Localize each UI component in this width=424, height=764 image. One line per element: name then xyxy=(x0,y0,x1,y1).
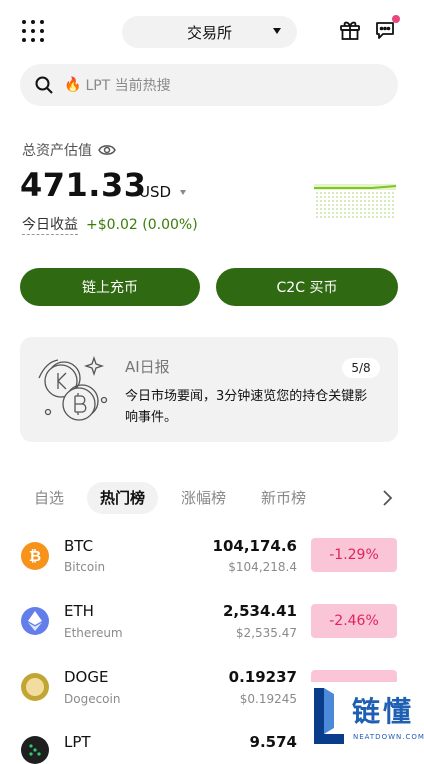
total-assets-label: 总资产估值 xyxy=(22,140,116,160)
ai-report-page-indicator: 5/8 xyxy=(342,358,380,378)
menu-grid-icon[interactable] xyxy=(22,20,44,42)
search-bar[interactable]: 🔥 LPT 当前热搜 xyxy=(20,64,398,106)
exchange-switcher[interactable]: 交易所 xyxy=(122,16,297,48)
change-badge[interactable]: -2.46% xyxy=(311,604,397,638)
eye-icon[interactable] xyxy=(98,143,116,157)
change-badge[interactable]: -1.29% xyxy=(311,538,397,572)
coin-name: Ethereum xyxy=(64,626,123,640)
chevron-right-icon[interactable] xyxy=(380,489,394,507)
watermark-text: 链懂 xyxy=(352,695,415,728)
total-balance: 471.33 xyxy=(20,166,147,204)
coin-price: 104,174.6 xyxy=(212,537,297,555)
bitcoin-icon: ₿ xyxy=(21,542,49,570)
caret-down-icon[interactable] xyxy=(180,190,186,195)
balance-sparkline xyxy=(314,184,397,220)
coin-symbol[interactable]: LPT xyxy=(64,733,91,751)
coin-name: Dogecoin xyxy=(64,692,121,706)
caret-down-icon xyxy=(273,28,281,34)
ai-report-title: AI日报 xyxy=(125,358,170,376)
coin-price-usd: $0.19245 xyxy=(239,692,297,706)
search-placeholder: LPT 当前热搜 xyxy=(85,78,171,94)
search-icon xyxy=(35,76,53,94)
exchange-label: 交易所 xyxy=(186,23,232,42)
coin-price: 9.574 xyxy=(249,733,297,751)
coins-illustration-icon xyxy=(38,355,108,421)
tab-gainers[interactable]: 涨幅榜 xyxy=(181,482,226,514)
coin-symbol[interactable]: DOGE xyxy=(64,668,108,686)
fire-icon: 🔥 xyxy=(64,77,82,93)
coin-symbol[interactable]: ETH xyxy=(64,602,94,620)
today-pnl-value: +$0.02 (0.00%) xyxy=(86,217,198,233)
dogecoin-icon xyxy=(21,673,49,701)
coin-name: Bitcoin xyxy=(64,560,106,574)
today-pnl-label[interactable]: 今日收益 xyxy=(22,216,78,235)
coin-price: 0.19237 xyxy=(228,668,297,686)
tab-new-listings[interactable]: 新币榜 xyxy=(261,482,306,514)
livepeer-icon xyxy=(21,736,49,764)
tab-hot[interactable]: 热门榜 xyxy=(87,482,159,514)
total-assets-text: 总资产估值 xyxy=(22,143,92,159)
coin-price-usd: $2,535.47 xyxy=(235,626,297,640)
watermark-subtext: NEATDOWN.COM xyxy=(353,733,424,741)
coin-price: 2,534.41 xyxy=(222,602,297,620)
coin-symbol[interactable]: BTC xyxy=(64,537,93,555)
message-icon[interactable] xyxy=(374,19,396,41)
tab-watchlist[interactable]: 自选 xyxy=(34,482,64,514)
gift-icon[interactable] xyxy=(339,19,361,41)
coin-price-usd: $104,218.4 xyxy=(228,560,297,574)
watermark-logo xyxy=(314,688,344,744)
deposit-button[interactable]: 链上充币 xyxy=(20,268,200,306)
ethereum-icon xyxy=(21,607,49,635)
currency-selector[interactable]: USD xyxy=(139,183,171,201)
c2c-buy-button[interactable]: C2C 买币 xyxy=(216,268,398,306)
notification-dot xyxy=(392,15,400,23)
ai-report-text: 今日市场要闻，3分钟速览您的持仓关键影响事件。 xyxy=(125,389,368,425)
